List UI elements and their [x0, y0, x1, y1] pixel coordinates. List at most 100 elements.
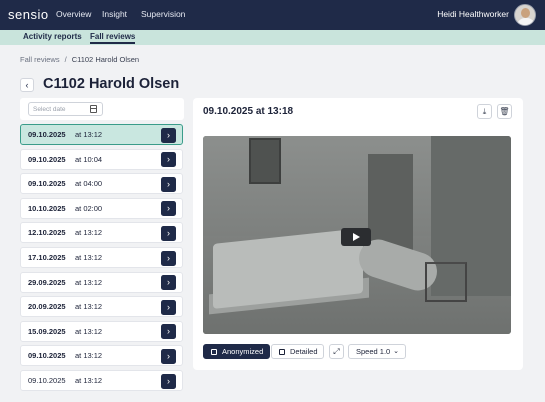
chevron-down-icon: ⌄: [393, 348, 399, 355]
chevron-right-icon: ›: [167, 252, 170, 263]
open-event-button[interactable]: ›: [161, 176, 176, 192]
video-player[interactable]: [203, 136, 511, 334]
event-time: at 13:12: [75, 302, 103, 312]
anonymized-icon: [211, 348, 217, 355]
expand-button[interactable]: ⤢: [329, 344, 344, 359]
event-date: 09.10.2025: [28, 130, 66, 139]
event-date: 09.10.2025: [28, 154, 66, 164]
user-avatar[interactable]: [514, 4, 536, 26]
event-row[interactable]: 10.10.2025 at 02:00 ›: [20, 197, 183, 219]
event-time: at 02:00: [75, 203, 103, 213]
open-event-button[interactable]: ›: [161, 299, 176, 315]
event-date: 20.09.2025: [28, 302, 66, 312]
open-event-button[interactable]: ›: [161, 348, 176, 364]
open-event-button[interactable]: ›: [161, 152, 176, 168]
event-date: 09.10.2025: [28, 179, 66, 189]
chevron-left-icon: ‹: [25, 80, 29, 90]
open-event-button[interactable]: ›: [161, 275, 176, 291]
event-row[interactable]: 17.10.2025 at 13:12 ›: [20, 247, 183, 268]
event-time: at 13:12: [75, 277, 103, 287]
chevron-right-icon: ›: [167, 326, 170, 337]
top-navigation: sensio Overview Insight Supervision Heid…: [0, 0, 545, 30]
chevron-right-icon: ›: [167, 350, 170, 361]
event-time: at 13:12: [75, 253, 103, 262]
nav-overview[interactable]: Overview: [56, 9, 91, 19]
avatar-head: [521, 8, 530, 18]
anonymized-label: Anonymized: [222, 347, 264, 356]
chevron-right-icon: ›: [167, 227, 170, 238]
date-picker-input[interactable]: Select date: [28, 102, 103, 116]
event-row[interactable]: 09.10.2025 at 13:12 ›: [20, 370, 183, 391]
chevron-right-icon: ›: [167, 375, 170, 386]
event-row[interactable]: 09.10.2025 at 04:00 ›: [20, 173, 183, 195]
speed-label: Speed 1.0: [356, 347, 391, 356]
event-row[interactable]: 09.10.2025 at 13:12 ›: [20, 345, 183, 367]
breadcrumb-separator: /: [64, 55, 67, 64]
chevron-right-icon: ›: [167, 178, 170, 189]
event-date: 09.10.2025: [28, 376, 66, 385]
event-time: at 13:12: [75, 326, 103, 336]
expand-icon: ⤢: [333, 347, 340, 356]
trash-icon: 🗑: [499, 107, 510, 116]
breadcrumb: Fall reviews / C1102 Harold Olsen: [20, 55, 139, 64]
video-frame-painting: [249, 138, 281, 184]
event-date: 12.10.2025: [28, 228, 66, 238]
open-event-button[interactable]: ›: [161, 127, 176, 143]
event-row[interactable]: 09.10.2025 at 10:04 ›: [20, 148, 183, 170]
nav-insight[interactable]: Insight: [102, 9, 127, 19]
download-button[interactable]: ⤓: [477, 104, 492, 119]
event-row[interactable]: 29.09.2025 at 13:12 ›: [20, 271, 183, 293]
chevron-right-icon: ›: [167, 129, 170, 140]
open-event-button[interactable]: ›: [161, 373, 176, 389]
chevron-right-icon: ›: [167, 154, 170, 165]
app-logo[interactable]: sensio: [8, 7, 49, 22]
video-frame-walker: [425, 262, 467, 302]
event-date: 15.09.2025: [28, 326, 66, 336]
play-button[interactable]: [341, 228, 371, 246]
breadcrumb-current: C1102 Harold Olsen: [71, 55, 140, 64]
avatar-coat: [517, 18, 535, 25]
chevron-right-icon: ›: [167, 301, 170, 312]
nav-supervision[interactable]: Supervision: [141, 9, 185, 19]
event-time: at 13:12: [75, 351, 103, 361]
open-event-button[interactable]: ›: [161, 225, 176, 241]
event-date: 10.10.2025: [28, 203, 66, 213]
detailed-toggle[interactable]: Detailed: [271, 344, 324, 359]
open-event-button[interactable]: ›: [161, 250, 176, 266]
sub-navigation: Activity reports Fall reviews: [0, 30, 545, 45]
date-filter-bar: Select date: [20, 98, 184, 120]
download-icon: ⤓: [482, 107, 487, 116]
event-detail-panel: 09.10.2025 at 13:18 ⤓ 🗑 Anonymized Detai…: [193, 98, 523, 370]
event-date: 17.10.2025: [28, 253, 66, 262]
date-placeholder: Select date: [33, 105, 66, 113]
user-name[interactable]: Heidi Healthworker: [437, 9, 509, 19]
open-event-button[interactable]: ›: [161, 201, 176, 217]
event-time: at 13:12: [75, 376, 103, 385]
delete-button[interactable]: 🗑: [497, 104, 512, 119]
detailed-label: Detailed: [290, 347, 318, 356]
event-time: at 04:00: [75, 179, 103, 189]
calendar-icon: [90, 105, 97, 113]
page-title: C1102 Harold Olsen: [43, 76, 180, 92]
event-row[interactable]: 20.09.2025 at 13:12 ›: [20, 296, 183, 318]
event-date: 29.09.2025: [28, 277, 66, 287]
detailed-icon: [279, 348, 285, 355]
breadcrumb-parent[interactable]: Fall reviews: [20, 55, 60, 64]
event-row[interactable]: 12.10.2025 at 13:12 ›: [20, 222, 183, 244]
anonymized-toggle[interactable]: Anonymized: [203, 344, 270, 359]
event-date: 09.10.2025: [28, 351, 66, 361]
event-row[interactable]: 09.10.2025 at 13:12 ›: [20, 124, 183, 145]
back-button[interactable]: ‹: [20, 78, 34, 92]
chevron-right-icon: ›: [167, 277, 170, 288]
tab-activity-reports[interactable]: Activity reports: [23, 32, 82, 41]
event-time: at 13:12: [75, 228, 103, 238]
open-event-button[interactable]: ›: [161, 324, 176, 340]
speed-select[interactable]: Speed 1.0 ⌄: [348, 344, 406, 359]
event-detail-title: 09.10.2025 at 13:18: [203, 106, 294, 117]
tab-fall-reviews[interactable]: Fall reviews: [90, 32, 136, 44]
event-time: at 13:12: [75, 130, 103, 139]
chevron-right-icon: ›: [167, 203, 170, 214]
event-time: at 10:04: [75, 154, 103, 164]
event-row[interactable]: 15.09.2025 at 13:12 ›: [20, 320, 183, 342]
event-list-panel: Select date 09.10.2025 at 13:12 › 09.10.202…: [20, 98, 184, 402]
